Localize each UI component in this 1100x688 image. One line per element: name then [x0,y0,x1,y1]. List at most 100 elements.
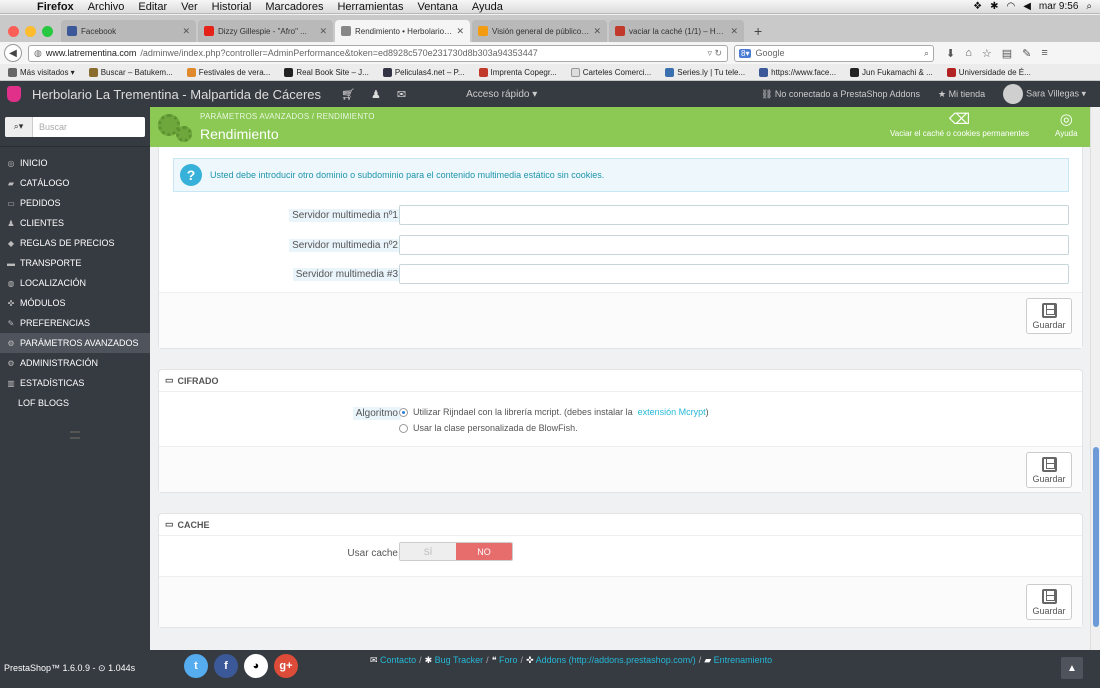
addons-link[interactable]: ⛓ No conectado a PrestaShop Addons [761,89,920,100]
bookmark-item[interactable]: Festivales de vera... [186,67,270,77]
browser-tab[interactable]: Visión general de público ... ✕ [472,20,607,42]
menu-herramientas[interactable]: Herramientas [330,1,410,13]
footer-link-contacto[interactable]: ✉ Contacto [370,655,416,666]
shop-name[interactable]: Herbolario La Trementina - Malpartida de… [32,87,321,102]
prestashop-logo-icon[interactable] [0,81,28,107]
scrollbar-thumb[interactable] [1093,447,1099,627]
browser-tab[interactable]: Facebook ✕ [61,20,196,42]
clear-cache-button[interactable]: ⌫ Vaciar el caché o cookies permanentes [890,111,1029,138]
sidebar-item-catalogo[interactable]: ▰ CATÁLOGO [0,173,150,193]
bookmark-item[interactable]: Peliculas4.net – P... [382,67,465,77]
menu-editar[interactable]: Editar [131,1,174,13]
footer-link-foro[interactable]: ❝ Foro [492,655,518,666]
use-cache-yes[interactable]: SÍ [400,543,456,560]
home-icon[interactable]: ⌂ [965,47,972,60]
extension-icon[interactable]: ✎ [1022,47,1031,60]
bookmark-item[interactable]: Imprenta Copegr... [478,67,557,77]
bookmark-item[interactable]: https://www.face... [759,67,836,77]
save-button[interactable]: Guardar [1026,452,1072,488]
use-cache-no[interactable]: NO [456,543,512,560]
scroll-to-top-button[interactable]: ▲ [1061,657,1083,679]
browser-tab-active[interactable]: Rendimiento • Herbolario ... ✕ [335,20,470,42]
media-server-2-input[interactable] [399,235,1069,255]
menu-marcadores[interactable]: Marcadores [258,1,330,13]
wifi-icon[interactable]: ◠ [1006,1,1015,12]
google-plus-icon[interactable]: g+ [274,654,298,678]
bookmark-item[interactable]: Real Book Site – J... [284,67,369,77]
download-icon[interactable]: ⬇ [946,47,955,60]
back-button[interactable]: ◀ [4,44,22,62]
spotlight-icon[interactable]: ⌕ [1086,1,1092,12]
quick-access-dropdown[interactable]: Acceso rápido ▾ [466,89,537,100]
customer-icon[interactable]: ♟ [371,88,381,101]
minimize-window-icon[interactable] [25,25,36,37]
bookmark-item[interactable]: Buscar – Batukem... [88,67,173,77]
new-tab-button[interactable]: + [746,20,770,42]
cart-icon[interactable]: 🛒︎ [341,88,355,101]
search-icon[interactable]: ⌕ [924,48,929,59]
bookmark-item[interactable]: Universidade de É... [946,67,1031,77]
close-tab-icon[interactable]: ✕ [730,26,738,37]
media-server-3-input[interactable] [399,264,1069,284]
menu-ventana[interactable]: Ventana [410,1,464,13]
breadcrumb[interactable]: PARÁMETROS AVANZADOS / RENDIMIENTO [200,112,375,121]
menu-app[interactable]: Firefox [30,1,81,13]
twitter-icon[interactable]: t [184,654,208,678]
collapse-menu-icon[interactable] [70,431,80,439]
browser-tab[interactable]: vaciar la caché (1/1) – Ho... ✕ [609,20,744,42]
sidebar-item-clientes[interactable]: ♟ CLIENTES [0,213,150,233]
use-cache-switch[interactable]: SÍ NO [399,542,513,561]
menu-ver[interactable]: Ver [174,1,205,13]
bookmark-item[interactable]: Carteles Comerci... [570,67,651,77]
sidebar-item-estadisticas[interactable]: ▥ ESTADÍSTICAS [0,373,150,393]
menu-historial[interactable]: Historial [205,1,259,13]
sidebar-search-input[interactable]: Buscar [33,117,145,137]
sidebar-item-inicio[interactable]: ◎ INICIO [0,153,150,173]
message-icon[interactable]: ✉ [397,88,406,101]
close-tab-icon[interactable]: ✕ [456,26,464,37]
sidebar-item-parametros-avanzados[interactable]: ⚙ PARÁMETROS AVANZADOS [0,333,150,353]
bookmark-item[interactable]: Jun Fukamachi & ... [850,67,933,77]
rijndael-radio[interactable] [399,407,408,417]
sidebar-item-lof-blogs[interactable]: LOF BLOGS [0,393,150,413]
save-button[interactable]: Guardar [1026,584,1072,620]
footer-link-addons[interactable]: ✜ Addons (http://addons.prestashop.com/) [526,655,696,666]
user-menu[interactable]: Sara Villegas ▾ [1003,84,1086,104]
zoom-window-icon[interactable] [42,25,53,37]
bookmark-item[interactable]: Más visitados ▾ [8,67,75,77]
footer-link-bug-tracker[interactable]: ✱ Bug Tracker [425,655,484,666]
menu-archivo[interactable]: Archivo [81,1,132,13]
sidebar-item-modulos[interactable]: ✜ MÓDULOS [0,293,150,313]
menu-icon[interactable]: ≡ [1041,47,1047,60]
footer-link-entrenamiento[interactable]: ▰ Entrenamiento [704,655,772,666]
help-button[interactable]: ◎ Ayuda [1055,111,1078,138]
facebook-icon[interactable]: f [214,654,238,678]
browser-tab[interactable]: Dizzy Gillespie - "Afro" ... ✕ [198,20,333,42]
search-type-dropdown[interactable]: ⌕ ▾ [5,116,33,137]
url-bar[interactable]: ◍ www.latrementina.com/adminwe/index.php… [28,44,728,62]
search-bar[interactable]: 8▾ Google ⌕ [734,44,934,62]
dropbox-icon[interactable]: ❖ [973,1,982,12]
sidebar-item-transporte[interactable]: ▬ TRANSPORTE [0,253,150,273]
my-shop-link[interactable]: ★ Mi tienda [938,89,985,100]
sidebar-item-pedidos[interactable]: ▭ PEDIDOS [0,193,150,213]
close-tab-icon[interactable]: ✕ [319,26,327,37]
blowfish-radio[interactable] [399,423,408,433]
close-window-icon[interactable] [8,25,19,37]
sidebar-item-administracion[interactable]: ⚙ ADMINISTRACIÓN [0,353,150,373]
rijndael-option[interactable]: Utilizar Rijndael con la librería mcript… [399,407,709,417]
mcrypt-link[interactable]: extensión Mcrypt [638,407,706,417]
page-scrollbar[interactable] [1090,107,1100,650]
reload-icon[interactable]: ▿ ↻ [707,48,722,59]
menu-ayuda[interactable]: Ayuda [465,1,510,13]
bookmark-star-icon[interactable]: ☆ [982,47,992,60]
sidebar-item-reglas-precios[interactable]: ◆ REGLAS DE PRECIOS [0,233,150,253]
sidebar-item-preferencias[interactable]: ✎ PREFERENCIAS [0,313,150,333]
close-tab-icon[interactable]: ✕ [182,26,190,37]
bluetooth-icon[interactable]: ✱ [990,1,998,12]
media-server-1-input[interactable] [399,205,1069,225]
close-tab-icon[interactable]: ✕ [593,26,601,37]
reading-list-icon[interactable]: ▤ [1002,47,1012,60]
bookmark-item[interactable]: Series.ly | Tu tele... [665,67,745,77]
clock[interactable]: mar 9:56 [1039,1,1078,12]
